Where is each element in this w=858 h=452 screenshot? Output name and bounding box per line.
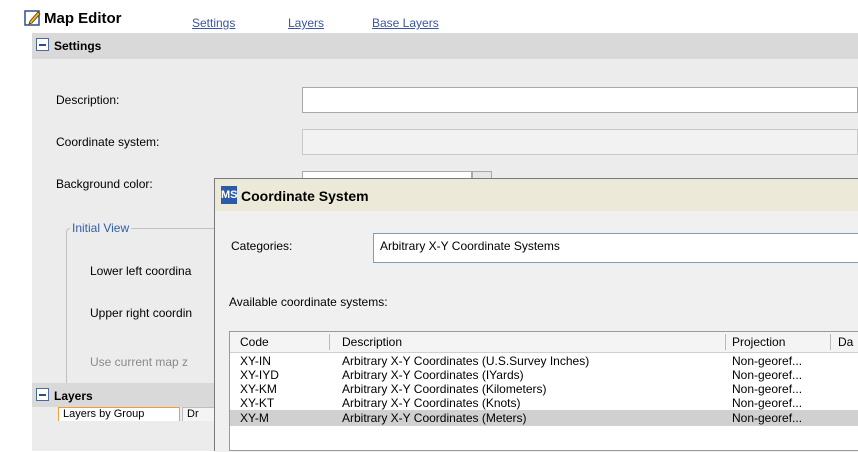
edit-pencil-icon	[24, 10, 41, 26]
use-current-map-label[interactable]: Use current map z	[90, 355, 188, 369]
layers-title: Layers	[54, 389, 93, 403]
coordinate-system-dialog: MS Coordinate System Categories: Arbitra…	[214, 178, 858, 452]
row-projection: Non-georef...	[732, 411, 803, 425]
column-code[interactable]: Code	[240, 335, 269, 349]
row-projection: Non-georef...	[732, 382, 803, 396]
dialog-titlebar[interactable]: MS Coordinate System	[215, 179, 858, 211]
row-projection: Non-georef...	[732, 396, 803, 410]
coordinate-systems-grid[interactable]: Code Description Projection Da XY-IN Arb…	[229, 331, 858, 451]
row-description: Arbitrary X-Y Coordinates (Kilometers)	[342, 382, 547, 396]
row-projection: Non-georef...	[732, 354, 803, 368]
row-code: XY-M	[240, 411, 269, 425]
dialog-title: Coordinate System	[241, 188, 369, 204]
coordinate-system-label: Coordinate system:	[56, 135, 160, 149]
row-description: Arbitrary X-Y Coordinates (Meters)	[342, 411, 527, 425]
collapse-icon[interactable]	[36, 38, 49, 51]
row-description: Arbitrary X-Y Coordinates (Knots)	[342, 396, 521, 410]
editor-header: Map Editor Settings Layers Base Layers	[0, 0, 858, 33]
description-label: Description:	[56, 93, 120, 107]
grid-header: Code Description Projection Da	[230, 332, 858, 353]
settings-title: Settings	[54, 39, 102, 53]
background-color-label: Background color:	[56, 177, 153, 191]
categories-label: Categories:	[231, 239, 293, 253]
tab-layers[interactable]: Layers	[288, 16, 324, 30]
row-description: Arbitrary X-Y Coordinates (IYards)	[342, 368, 524, 382]
row-description: Arbitrary X-Y Coordinates (U.S.Survey In…	[342, 354, 590, 368]
column-projection[interactable]: Projection	[732, 335, 785, 349]
page-title: Map Editor	[44, 10, 122, 27]
tab-settings[interactable]: Settings	[192, 16, 235, 30]
mapguide-studio-icon: MS	[221, 186, 238, 204]
table-row[interactable]: XY-IN Arbitrary X-Y Coordinates (U.S.Sur…	[230, 354, 858, 368]
row-code: XY-IN	[240, 354, 271, 368]
initial-view-label: Initial View	[70, 221, 132, 235]
row-code: XY-IYD	[240, 368, 279, 382]
collapse-icon[interactable]	[36, 388, 49, 401]
available-systems-label: Available coordinate systems:	[229, 295, 388, 309]
row-code: XY-KM	[240, 382, 277, 396]
column-datum[interactable]: Da	[838, 335, 853, 349]
table-row[interactable]: XY-KM Arbitrary X-Y Coordinates (Kilomet…	[230, 382, 858, 396]
row-projection: Non-georef...	[732, 368, 803, 382]
dialog-body: Categories: Arbitrary X-Y Coordinate Sys…	[215, 211, 858, 452]
description-field[interactable]	[302, 87, 858, 113]
settings-header[interactable]: Settings	[32, 33, 858, 59]
tab-base-layers[interactable]: Base Layers	[372, 16, 439, 30]
row-code: XY-KT	[240, 396, 275, 410]
categories-selected-value: Arbitrary X-Y Coordinate Systems	[380, 239, 560, 253]
table-row[interactable]: XY-KT Arbitrary X-Y Coordinates (Knots) …	[230, 396, 858, 410]
table-row[interactable]: XY-IYD Arbitrary X-Y Coordinates (IYards…	[230, 368, 858, 382]
column-description[interactable]: Description	[342, 335, 402, 349]
categories-dropdown[interactable]: Arbitrary X-Y Coordinate Systems	[373, 233, 858, 263]
coordinate-system-field[interactable]	[302, 129, 858, 155]
tab-layers-by-group[interactable]: Layers by Group	[58, 407, 180, 421]
table-row-selected[interactable]: XY-M Arbitrary X-Y Coordinates (Meters) …	[230, 410, 858, 426]
tab-draw-order[interactable]: Dr	[182, 407, 216, 421]
upper-right-label: Upper right coordin	[90, 306, 193, 320]
lower-left-label: Lower left coordina	[90, 264, 192, 278]
